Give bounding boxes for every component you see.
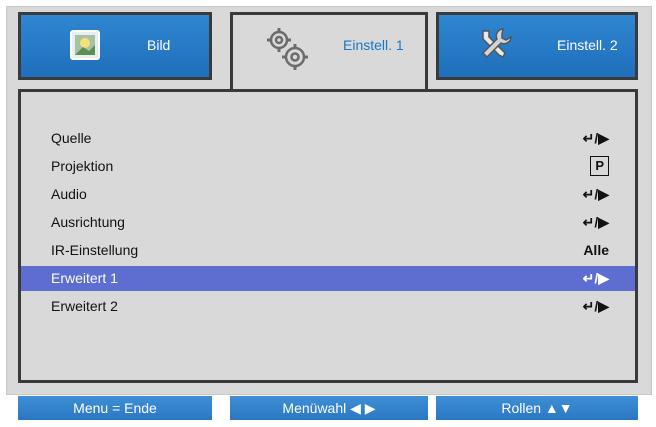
menu-item-erweitert-1[interactable]: Erweitert 1 ↵/▶ bbox=[21, 266, 635, 291]
tools-icon bbox=[475, 25, 515, 65]
menu-item-projektion[interactable]: Projektion P bbox=[21, 154, 635, 179]
enter-arrow-icon: ↵/▶ bbox=[582, 214, 609, 230]
picture-icon bbox=[69, 29, 105, 65]
menu-item-quelle[interactable]: Quelle ↵/▶ bbox=[21, 126, 635, 151]
footer-exit-hint: Menu = Ende bbox=[18, 396, 212, 420]
menu-item-ausrichtung[interactable]: Ausrichtung ↵/▶ bbox=[21, 210, 635, 235]
tab-einstell-1-label: Einstell. 1 bbox=[343, 37, 404, 53]
enter-arrow-icon: ↵/▶ bbox=[582, 298, 609, 314]
enter-arrow-icon: ↵/▶ bbox=[582, 130, 609, 146]
menu-item-label: Projektion bbox=[51, 158, 114, 174]
tab-einstell-2[interactable]: Einstell. 2 bbox=[436, 12, 638, 80]
enter-arrow-icon: ↵/▶ bbox=[582, 186, 609, 202]
tab-einstell-1[interactable]: Einstell. 1 bbox=[230, 12, 428, 90]
menu-item-erweitert-2[interactable]: Erweitert 2 ↵/▶ bbox=[21, 294, 635, 319]
footer-select-hint: Menüwahl ◀ ▶ bbox=[230, 396, 428, 420]
footer-scroll-hint: Rollen ▲▼ bbox=[436, 396, 638, 420]
tab-bild[interactable]: Bild bbox=[18, 12, 212, 80]
menu-item-label: Quelle bbox=[51, 130, 92, 146]
menu-item-label: Erweitert 1 bbox=[51, 270, 118, 286]
menu-item-audio[interactable]: Audio ↵/▶ bbox=[21, 182, 635, 207]
settings-panel: Quelle ↵/▶ Projektion P Audio ↵/▶ Ausric… bbox=[18, 89, 638, 383]
gears-icon bbox=[263, 25, 311, 73]
menu-item-label: Ausrichtung bbox=[51, 214, 125, 230]
projection-mode-icon: P bbox=[590, 156, 609, 176]
enter-arrow-icon: ↵/▶ bbox=[582, 270, 609, 286]
menu-item-ir-einstellung[interactable]: IR-Einstellung Alle bbox=[21, 238, 635, 263]
menu-item-value: Alle bbox=[583, 242, 609, 258]
tab-bild-label: Bild bbox=[147, 37, 171, 53]
menu-item-label: Erweitert 2 bbox=[51, 298, 118, 314]
menu-item-label: IR-Einstellung bbox=[51, 242, 139, 258]
tab-einstell-2-label: Einstell. 2 bbox=[557, 37, 618, 53]
menu-item-label: Audio bbox=[51, 186, 87, 202]
